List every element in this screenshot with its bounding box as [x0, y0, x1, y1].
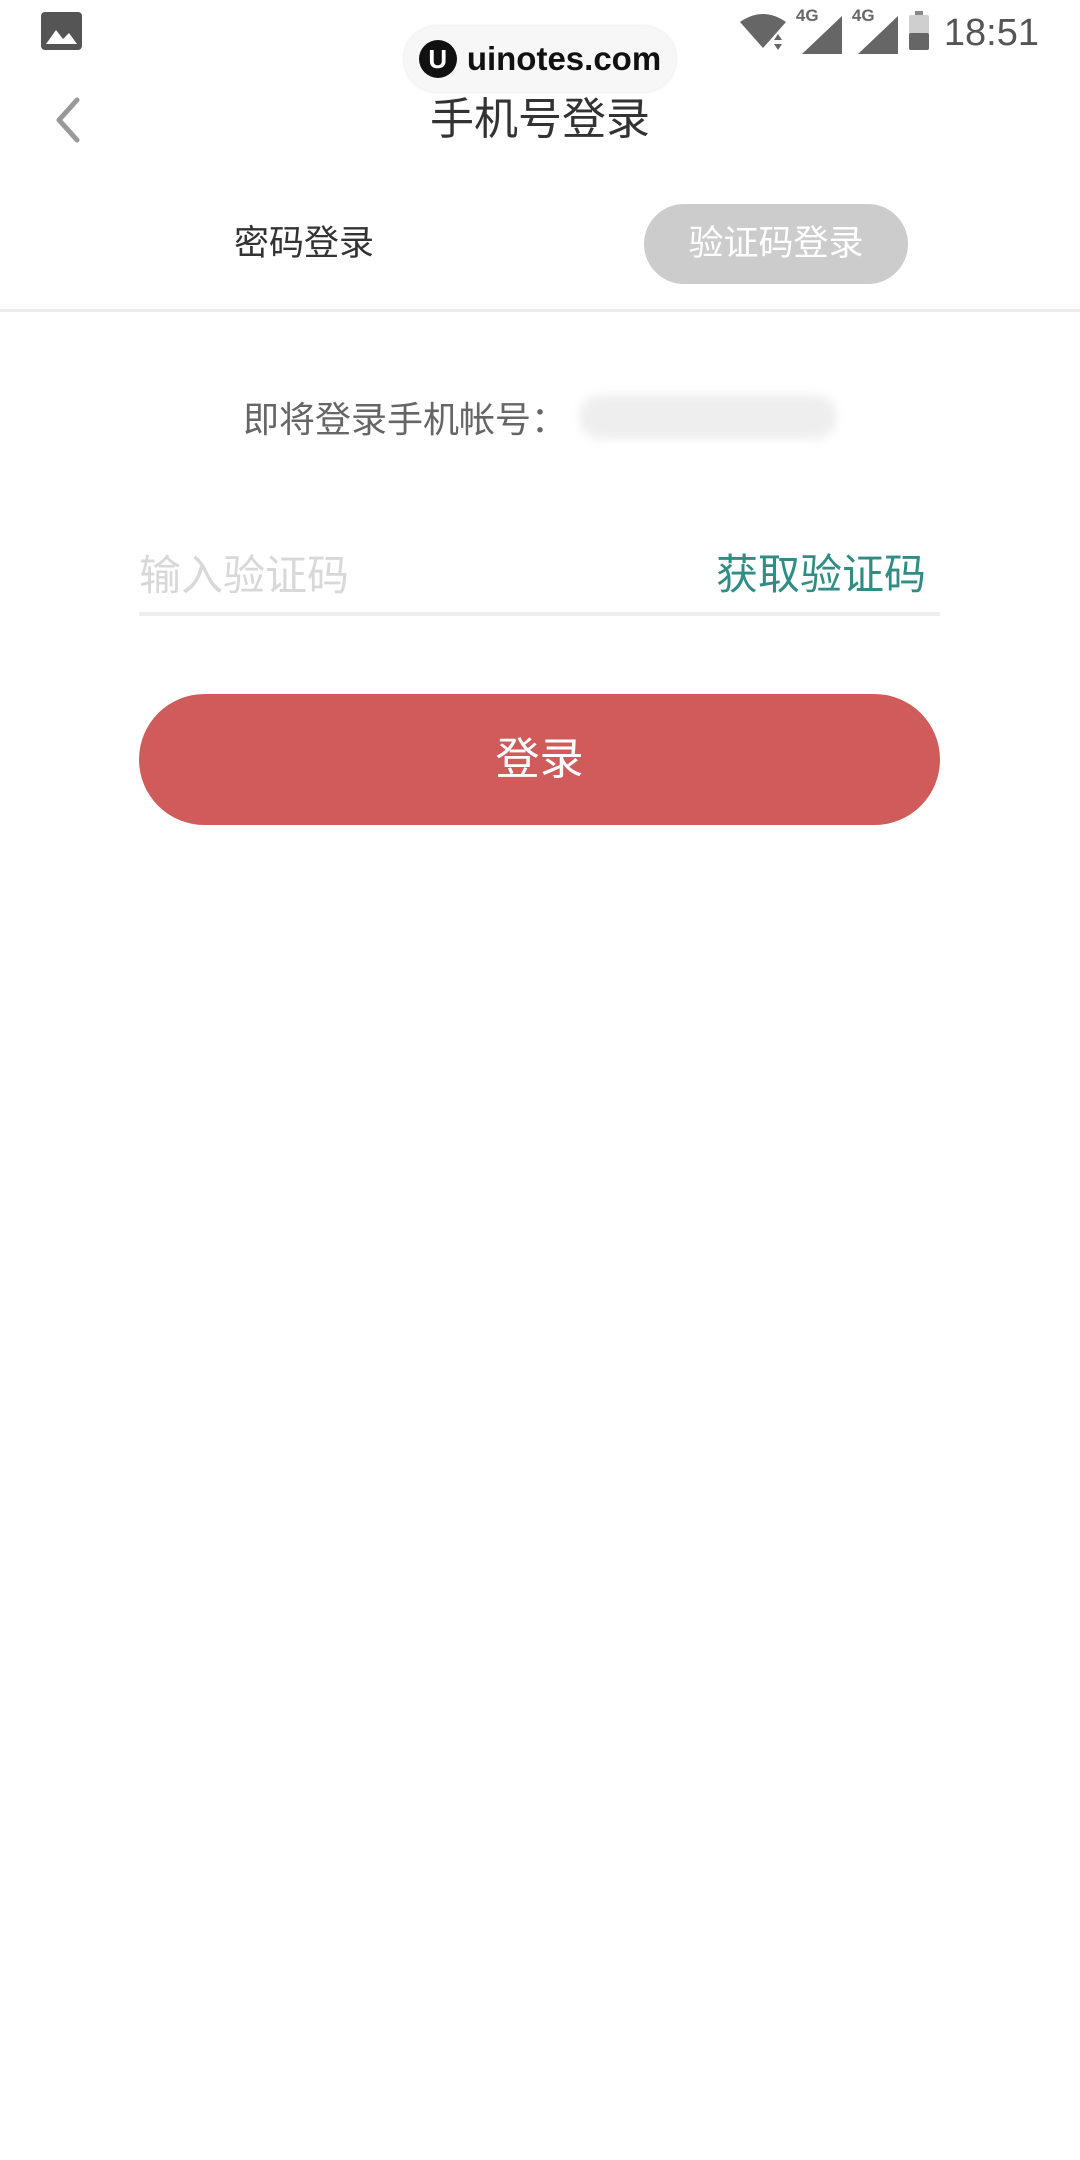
status-icons: 4G 4G 18:51 — [738, 6, 1039, 58]
back-button[interactable] — [40, 92, 96, 148]
header: 手机号登录 — [0, 80, 1080, 160]
page-title: 手机号登录 — [430, 94, 650, 145]
phone-login-screen: 4G 4G 18:51 U uinotes.com 手机号登录 密码登录 验证码… — [0, 0, 1080, 2160]
masked-phone-number — [579, 395, 837, 439]
signal-icon — [801, 16, 842, 54]
account-line: 即将登录手机帐号： — [0, 388, 1080, 446]
signal-icon — [857, 16, 898, 54]
account-label: 即将登录手机帐号： — [242, 400, 567, 441]
get-code-button[interactable]: 获取验证码 — [716, 538, 926, 612]
verification-code-input[interactable] — [139, 538, 679, 612]
code-input-row: 获取验证码 — [139, 538, 940, 616]
chevron-left-icon — [56, 97, 80, 143]
login-mode-tabs: 密码登录 验证码登录 — [0, 200, 1080, 288]
tab-password-login[interactable]: 密码登录 — [182, 200, 426, 288]
wifi-icon — [738, 10, 788, 56]
watermark-text: uinotes.com — [466, 40, 662, 77]
tab-code-login[interactable]: 验证码登录 — [644, 204, 908, 284]
gallery-icon — [41, 12, 82, 50]
battery-icon — [908, 11, 930, 55]
watermark-logo: U — [418, 40, 457, 78]
signal-strength-2: 4G — [852, 6, 900, 56]
status-time: 18:51 — [943, 11, 1039, 54]
signal-strength-1: 4G — [796, 6, 844, 56]
tabs-divider — [0, 309, 1080, 312]
login-button[interactable]: 登录 — [139, 694, 940, 825]
